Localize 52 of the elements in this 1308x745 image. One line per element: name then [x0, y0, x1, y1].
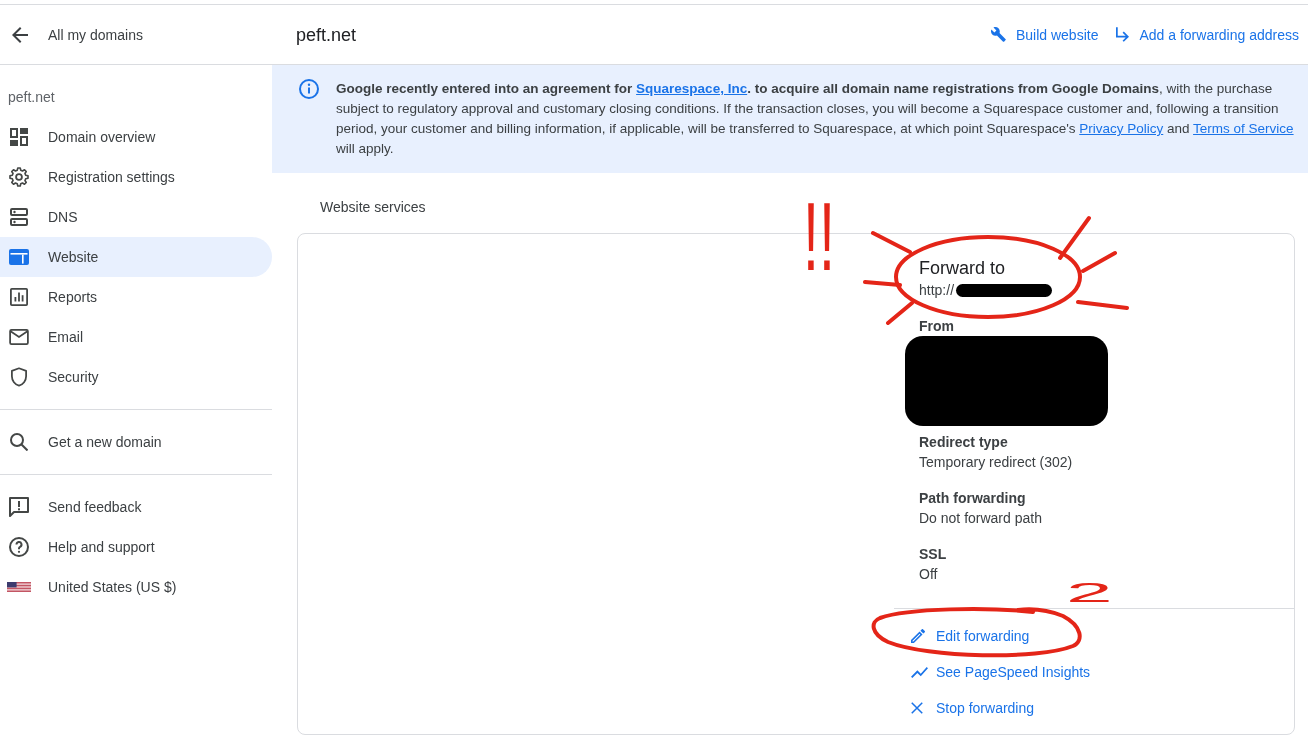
browser-window-icon [9, 249, 29, 265]
service-action-link[interactable]: Edit forwarding [911, 618, 1030, 654]
back-arrow-icon [12, 26, 28, 43]
notice-link[interactable]: Terms of Service [1193, 121, 1294, 136]
handwritten-note: !! [803, 189, 835, 285]
detail-label: Path forwarding [919, 489, 1027, 508]
detail-value: Do not forward path [919, 509, 1043, 528]
sidebar-item[interactable]: Get a new domain [0, 422, 272, 462]
notice-text: Google recently entered into an agreement for Squarespace, Inc. to acquire all domain name registrations from Google Domains, with the purchase subject to regulatory approval and customary closing conditions. If the transaction closes, you will become a Squarespace customer and, following a transition period, your customer and billing information, if applicable, will be transferred to Squarespace, at which point Squarespace's Privacy Policy and Terms of Service will apply. [336, 80, 1295, 158]
detail-label: Redirect type [919, 433, 1009, 452]
info-icon [299, 79, 319, 99]
sidebar-item[interactable]: Security [0, 357, 272, 397]
turn-arrow-icon [1116, 27, 1130, 42]
page-title: peft.net [295, 24, 357, 45]
detail-value: Temporary redirect (302) [919, 453, 1074, 472]
sidebar-item[interactable]: DNS [0, 197, 272, 237]
bar-chart-icon [10, 288, 28, 306]
forward-value: http:// [919, 281, 955, 300]
sidebar-item[interactable]: Website [0, 237, 272, 277]
section-title: Website services [320, 199, 426, 215]
detail-label: From [919, 317, 955, 336]
sidebar-item[interactable]: Email [0, 317, 272, 357]
sidebar-item[interactable]: Send feedback [0, 487, 272, 527]
forward-label: Forward to [919, 257, 1007, 280]
sidebar-item[interactable]: Help and support [0, 527, 272, 567]
feedback-icon [9, 497, 29, 517]
sidebar-item[interactable]: Domain overview [0, 117, 272, 157]
pencil-icon [911, 629, 925, 643]
help-icon [9, 537, 29, 557]
sidebar-item[interactable]: United States (US $) [0, 567, 272, 607]
header-action-link[interactable]: Build website [990, 24, 1099, 45]
settings-icon [9, 167, 29, 187]
server-icon [10, 208, 28, 226]
sidebar-domain: peft.net [7, 88, 56, 107]
envelope-icon [9, 329, 29, 345]
close-icon [911, 702, 923, 714]
notice-link[interactable]: Privacy Policy [1079, 121, 1164, 136]
handwritten-note: 2 [1066, 579, 1113, 607]
trend-line-icon [911, 666, 928, 678]
dashboard-icon [10, 128, 28, 146]
sidebar-item[interactable]: Reports [0, 277, 272, 317]
service-action-link[interactable]: See PageSpeed Insights [911, 654, 1091, 690]
wrench-icon [990, 27, 1006, 42]
sidebar-item[interactable]: Registration settings [0, 157, 272, 197]
shield-icon [11, 367, 27, 387]
detail-label: SSL [919, 545, 948, 564]
service-action-link[interactable]: Stop forwarding [911, 690, 1035, 726]
back-link[interactable]: All my domains [12, 24, 143, 45]
search-icon [10, 433, 28, 451]
flag-icon [7, 582, 31, 592]
detail-value: Off [919, 565, 939, 584]
header-action-link[interactable]: Add a forwarding address [1116, 24, 1299, 45]
